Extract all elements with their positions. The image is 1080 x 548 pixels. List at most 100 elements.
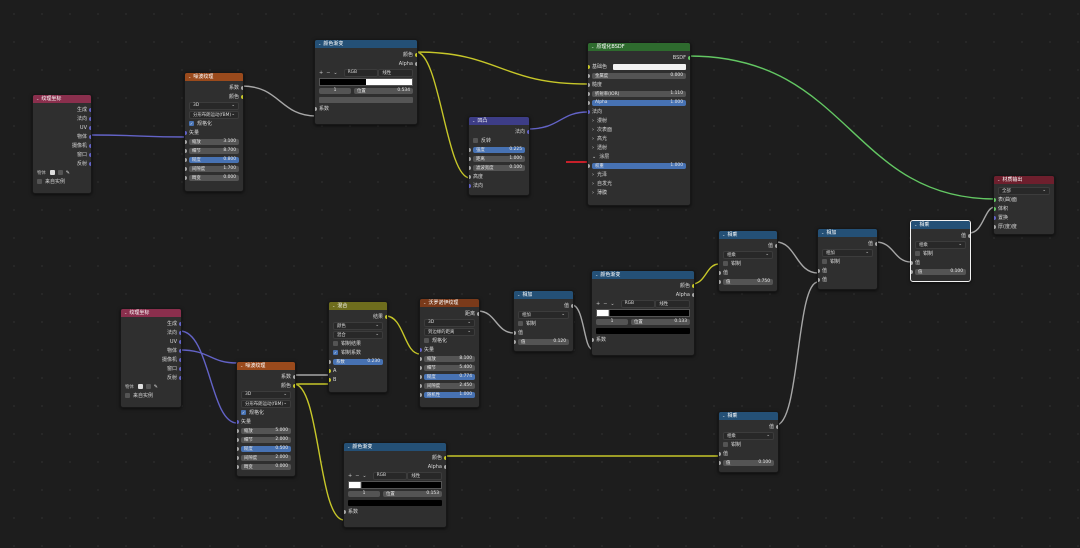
data-type-dropdown[interactable]: 颜色 ⌄ (333, 321, 383, 330)
chevron-right-icon[interactable]: › (592, 190, 594, 196)
socket-icon[interactable] (89, 107, 91, 112)
color-mode-dropdown[interactable]: RGB (620, 299, 656, 308)
strength-field[interactable]: 强度 0.225 (473, 146, 525, 153)
value-field[interactable]: 值 0.750 (723, 278, 773, 285)
socket-icon[interactable] (237, 428, 239, 433)
node-color-ramp-2[interactable]: ⌄ 颜色渐变 颜色 Alpha + − ⌄ RGB 线性 1 位置 0.133 系数 (591, 270, 695, 356)
collapse-chevron-icon[interactable]: ⌄ (36, 95, 39, 103)
socket-icon[interactable] (185, 175, 187, 180)
socket-icon[interactable] (692, 292, 694, 297)
socket-icon[interactable] (415, 61, 417, 66)
socket-icon[interactable] (527, 129, 529, 134)
remove-stop-icon[interactable]: − (603, 301, 607, 307)
socket-icon[interactable] (185, 148, 187, 153)
socket-icon[interactable] (237, 419, 239, 424)
value-field[interactable]: 值 0.100 (915, 268, 966, 275)
normalize-checkbox[interactable]: ✓ (189, 121, 194, 126)
socket-icon[interactable] (776, 424, 778, 429)
socket-icon[interactable] (185, 166, 187, 171)
node-header[interactable]: ⌄ 相乘 (911, 221, 970, 229)
lacunarity-field[interactable]: 间隙度 2.000 (241, 454, 291, 461)
panel-emission[interactable]: 自发光 (597, 180, 612, 187)
collapse-chevron-icon[interactable]: ⌄ (472, 117, 475, 125)
panel-specular[interactable]: 高光 (597, 135, 607, 142)
socket-icon[interactable] (719, 460, 721, 465)
node-noise-texture-2[interactable]: ⌄ 噪波纹理 系数 颜色 3D ⌄ 分形布朗运动(fBM) ⌄ ✓ 规格化 矢量 缩放 5… (236, 361, 296, 477)
socket-icon[interactable] (420, 365, 422, 370)
roughness-field[interactable]: 糙度 0.800 (189, 156, 239, 163)
socket-icon[interactable] (588, 82, 590, 87)
socket-icon[interactable] (89, 116, 91, 121)
socket-icon[interactable] (719, 451, 721, 456)
socket-icon[interactable] (241, 85, 243, 90)
collapse-chevron-icon[interactable]: ⌄ (821, 229, 824, 237)
stop-index-field[interactable]: 1 (348, 490, 380, 497)
invert-checkbox[interactable] (473, 138, 478, 143)
socket-icon[interactable] (994, 197, 996, 202)
panel-sheen[interactable]: 光泽 (597, 171, 607, 178)
position-field[interactable]: 位置 0.153 (383, 490, 442, 497)
socket-icon[interactable] (237, 464, 239, 469)
socket-icon[interactable] (420, 347, 422, 352)
socket-icon[interactable] (420, 392, 422, 397)
socket-icon[interactable] (420, 374, 422, 379)
chevron-down-icon[interactable]: ⌄ (610, 301, 614, 307)
chevron-right-icon[interactable]: › (592, 127, 594, 133)
color-mode-dropdown[interactable]: RGB (343, 68, 379, 77)
socket-icon[interactable] (688, 55, 690, 60)
fbm-dropdown[interactable]: 分形布朗运动(fBM) ⌄ (241, 399, 291, 408)
node-principled-bsdf[interactable]: ⌄ 原理化BSDF BSDF 基础色 金属度 0.000 糙度 折射率(IOR) 1.… (587, 42, 691, 206)
value-field[interactable]: 值 0.100 (723, 459, 774, 466)
socket-icon[interactable] (89, 134, 91, 139)
clamp-checkbox[interactable] (723, 442, 728, 447)
distance-field[interactable]: 距离 1.000 (473, 155, 525, 162)
socket-icon[interactable] (818, 268, 820, 273)
socket-icon[interactable] (185, 130, 187, 135)
socket-icon[interactable] (185, 139, 187, 144)
eyedropper-icon[interactable]: ✎ (154, 384, 158, 390)
socket-icon[interactable] (968, 233, 970, 238)
socket-icon[interactable] (329, 368, 331, 373)
stop-color-swatch[interactable] (348, 499, 442, 506)
socket-icon[interactable] (875, 241, 877, 246)
socket-icon[interactable] (415, 52, 417, 57)
socket-icon[interactable] (420, 383, 422, 388)
socket-icon[interactable] (775, 243, 777, 248)
node-math-multiply-3[interactable]: ⌄ 相乘 值 相乘 ⌄ 钳制 值 值 0.100 (718, 411, 779, 473)
panel-diffuse[interactable]: 漫射 (597, 117, 607, 124)
socket-icon[interactable] (385, 314, 387, 319)
clamp-checkbox[interactable] (915, 251, 920, 256)
eyedropper-icon[interactable]: ✎ (66, 170, 70, 176)
node-header[interactable]: ⌄ 凹凸 (469, 117, 529, 125)
alpha-field[interactable]: Alpha 1.000 (592, 99, 686, 106)
socket-icon[interactable] (477, 311, 479, 316)
collapse-chevron-icon[interactable]: ⌄ (722, 231, 725, 239)
object-field[interactable] (57, 170, 63, 175)
chevron-down-icon[interactable]: ⌄ (333, 70, 337, 76)
socket-icon[interactable] (185, 157, 187, 162)
collapse-chevron-icon[interactable]: ⌄ (914, 221, 917, 229)
node-editor-canvas[interactable]: ⌄ 纹理坐标 生成 法向 UV 物体 摄像机 窗口 反射 物体 ✎ 来自实例 ⌄ 噪波… (0, 0, 1080, 548)
socket-icon[interactable] (444, 464, 446, 469)
node-color-ramp[interactable]: ⌄ 颜色渐变 颜色 Alpha + − ⌄ RGB 线性 1 位置 0.534 系数 (314, 39, 418, 125)
socket-icon[interactable] (237, 446, 239, 451)
randomness-field[interactable]: 随机性 1.000 (424, 391, 475, 398)
socket-icon[interactable] (588, 73, 590, 78)
detail-field[interactable]: 细节 5.400 (424, 364, 475, 371)
node-header[interactable]: ⌄ 颜色渐变 (592, 271, 694, 279)
socket-icon[interactable] (592, 337, 594, 342)
add-stop-icon[interactable]: + (596, 301, 600, 307)
socket-icon[interactable] (89, 152, 91, 157)
stop-color-swatch[interactable] (319, 96, 413, 103)
socket-icon[interactable] (89, 125, 91, 130)
socket-icon[interactable] (237, 437, 239, 442)
scale-field[interactable]: 缩放 3.100 (189, 138, 239, 145)
socket-icon[interactable] (89, 161, 91, 166)
collapse-chevron-icon[interactable]: ⌄ (595, 271, 598, 279)
socket-icon[interactable] (469, 147, 471, 152)
target-dropdown[interactable]: 全部 ⌄ (998, 186, 1050, 195)
clamp-checkbox[interactable] (723, 261, 728, 266)
ior-field[interactable]: 折射率(IOR) 1.110 (592, 90, 686, 97)
socket-icon[interactable] (179, 357, 181, 362)
socket-icon[interactable] (179, 348, 181, 353)
